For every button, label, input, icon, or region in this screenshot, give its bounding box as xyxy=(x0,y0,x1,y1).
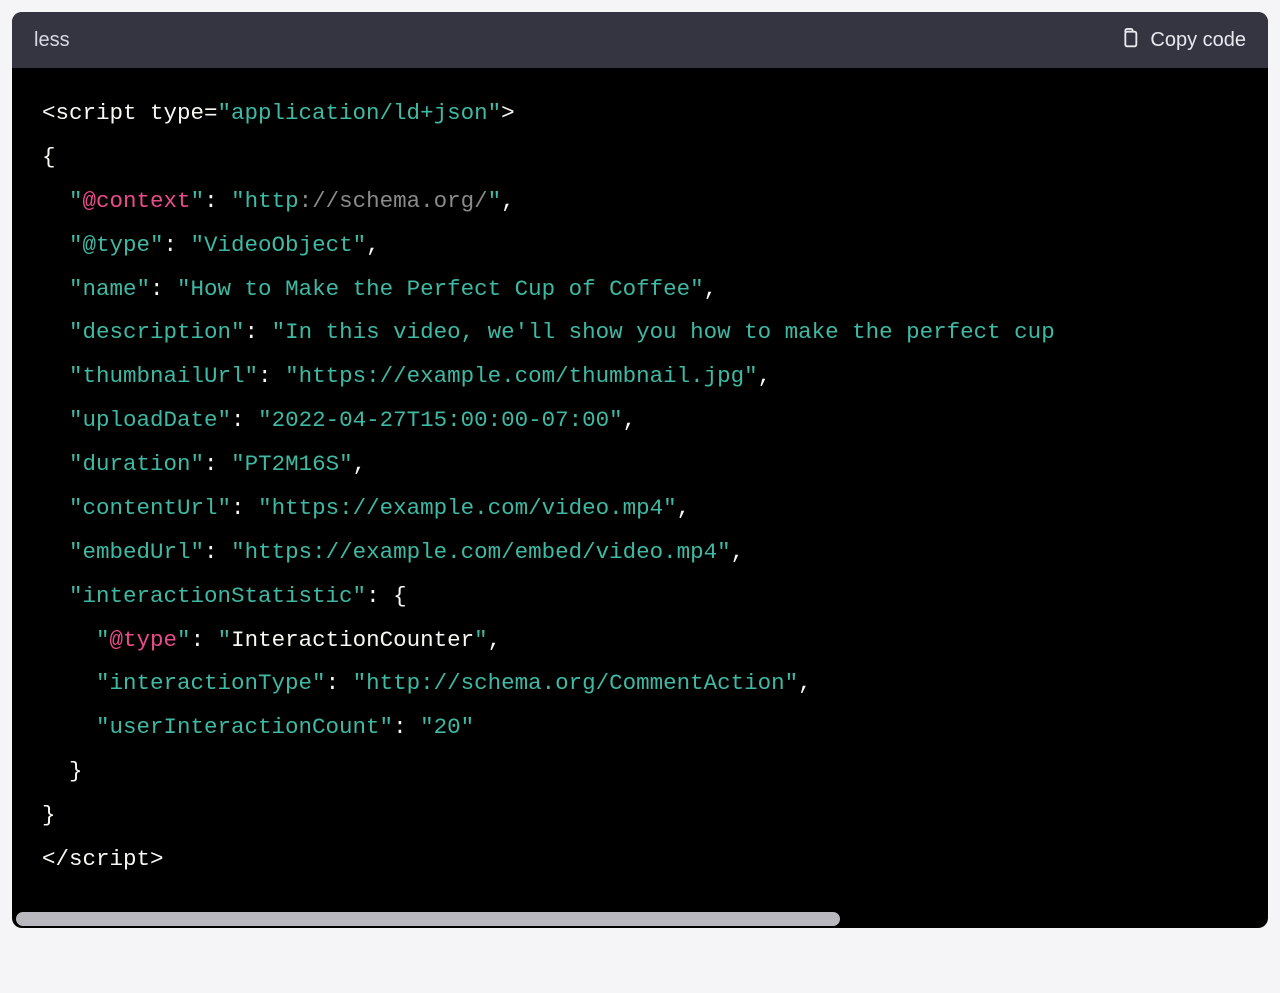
copy-code-button[interactable]: Copy code xyxy=(1118,28,1246,52)
language-label: less xyxy=(34,29,70,52)
horizontal-scrollbar[interactable] xyxy=(16,912,1264,926)
scrollbar-thumb[interactable] xyxy=(16,912,840,926)
code-block: less Copy code <script type="application… xyxy=(12,12,1268,928)
code-header: less Copy code xyxy=(12,12,1268,68)
clipboard-icon xyxy=(1118,28,1140,52)
copy-code-label: Copy code xyxy=(1150,29,1246,52)
code-area[interactable]: <script type="application/ld+json"> { "@… xyxy=(12,68,1268,910)
code-content: <script type="application/ld+json"> { "@… xyxy=(42,92,1238,882)
